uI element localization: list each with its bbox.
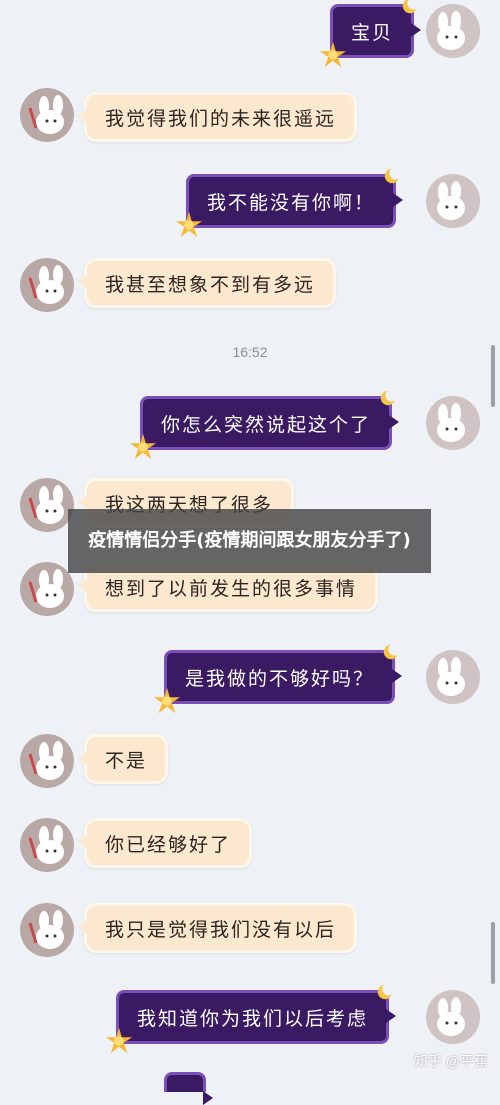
received-bubble[interactable]: 我觉得我们的未来很遥远: [77, 92, 358, 142]
avatar[interactable]: [426, 990, 480, 1044]
moon-icon: [377, 983, 395, 1000]
moon-icon: [380, 389, 398, 406]
avatar[interactable]: [20, 562, 74, 616]
avatar[interactable]: [20, 734, 74, 788]
received-bubble[interactable]: 不是: [77, 734, 169, 784]
message-text: 你怎么突然说起这个了: [161, 413, 372, 436]
avatar[interactable]: [426, 4, 480, 58]
message-text: 不是: [105, 749, 148, 772]
received-bubble[interactable]: 你已经够好了: [77, 818, 253, 868]
avatar[interactable]: [426, 396, 480, 450]
avatar[interactable]: [20, 903, 74, 957]
sent-bubble[interactable]: 我不能没有你啊！: [175, 167, 404, 238]
sun-icon: [319, 41, 347, 68]
message-text: 你已经够好了: [105, 833, 232, 856]
message-text: 我知道你为我们以后考虑: [137, 1007, 369, 1030]
message-text: 我只是觉得我们没有以后: [105, 918, 337, 941]
avatar[interactable]: [426, 174, 480, 228]
sent-bubble[interactable]: 是我做的不够好吗？: [153, 643, 403, 714]
sun-icon: [153, 687, 181, 714]
caption-overlay: 疫情情侣分手(疫情期间跟女朋友分手了): [68, 509, 431, 573]
moon-icon: [402, 0, 420, 14]
sun-icon: [105, 1027, 133, 1054]
moon-icon: [384, 167, 402, 184]
moon-icon: [383, 643, 401, 660]
message-text: 宝贝: [351, 21, 394, 44]
received-bubble[interactable]: 我只是觉得我们没有以后: [77, 903, 358, 953]
avatar[interactable]: [20, 478, 74, 532]
sent-bubble[interactable]: 你怎么突然说起这个了: [129, 389, 400, 460]
message-text: 是我做的不够好吗？: [185, 667, 375, 690]
sun-icon: [175, 211, 203, 238]
avatar[interactable]: [20, 258, 74, 312]
sent-bubble[interactable]: 宝贝: [319, 0, 422, 68]
watermark: 知乎 @平萑: [413, 1053, 488, 1069]
message-text: 我不能没有你啊！: [207, 191, 376, 214]
message-text: 我觉得我们的未来很遥远: [105, 107, 337, 130]
sun-icon: [129, 433, 157, 460]
sent-bubble[interactable]: 我知道你为我们以后考虑: [105, 983, 397, 1054]
chat-area: 宝贝 我觉得我们的未来很遥远 我不能没有你啊！ 我甚至想象不到有多远 16:52…: [0, 0, 500, 1105]
avatar[interactable]: [20, 818, 74, 872]
received-bubble[interactable]: 我甚至想象不到有多远: [77, 258, 337, 308]
overlay-title: 疫情情侣分手(疫情期间跟女朋友分手了): [88, 530, 411, 551]
timestamp: 16:52: [232, 344, 268, 360]
message-text: 想到了以前发生的很多事情: [105, 577, 358, 600]
message-text: 我甚至想象不到有多远: [105, 273, 316, 296]
scrollbar-thumb[interactable]: [491, 922, 495, 984]
scrollbar-thumb[interactable]: [491, 345, 495, 407]
avatar[interactable]: [426, 650, 480, 704]
sent-bubble-partial[interactable]: [164, 1072, 213, 1105]
avatar[interactable]: [20, 88, 74, 142]
